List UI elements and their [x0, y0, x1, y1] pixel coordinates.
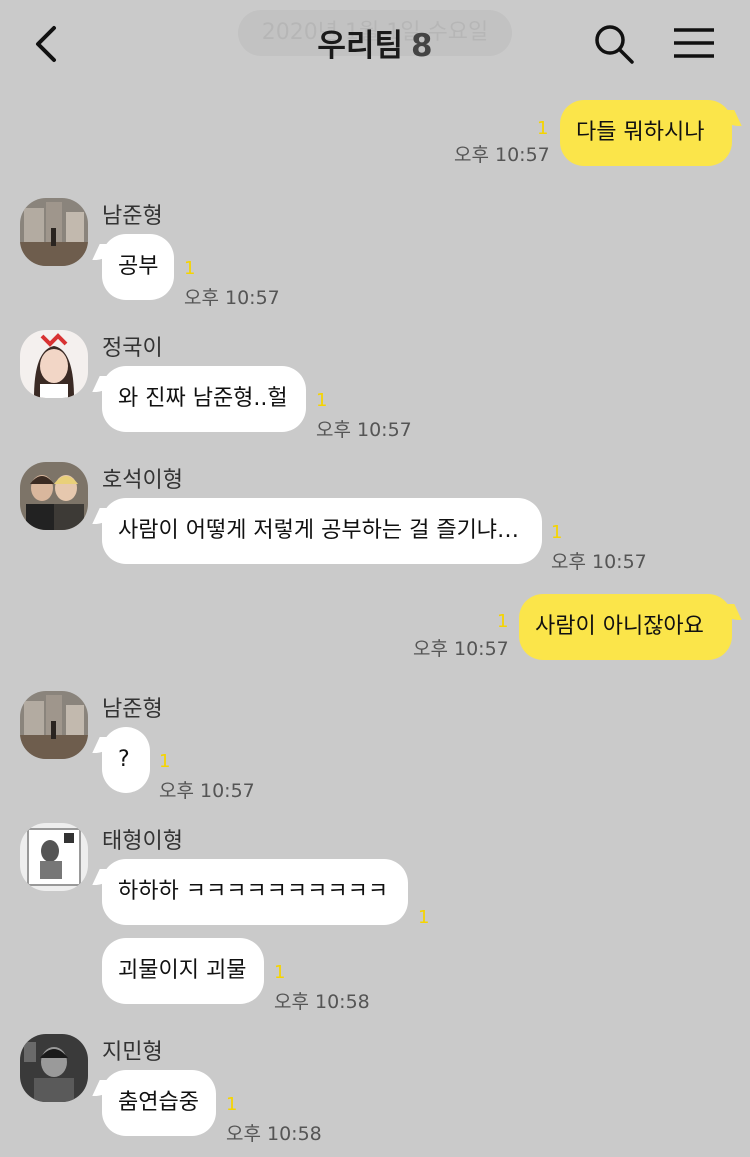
chat-header: 2020년 1월 1일 수요일 우리팀 8: [0, 0, 750, 88]
unread-count: 1: [551, 522, 563, 543]
sender-name: 호석이형: [102, 468, 183, 493]
sender-name: 남준형: [102, 697, 163, 722]
my-message-bubble[interactable]: 다들 뭐하시나: [560, 100, 732, 166]
message-bubble[interactable]: 춤연습중: [102, 1070, 216, 1136]
hamburger-menu-icon[interactable]: [672, 26, 716, 62]
unread-count: 1: [316, 390, 328, 411]
unread-count: 1: [497, 611, 509, 632]
unread-count: 1: [418, 907, 430, 928]
unread-count: 1: [184, 258, 196, 279]
message-bubble[interactable]: 괴물이지 괴물: [102, 938, 264, 1004]
unread-count: 1: [274, 962, 286, 983]
message-time: 오후 10:58: [274, 991, 370, 1013]
message-time: 오후 10:57: [316, 419, 412, 441]
avatar[interactable]: [20, 823, 88, 891]
my-message-bubble[interactable]: 사람이 아니잖아요: [519, 594, 732, 660]
message-bubble[interactable]: ?: [102, 727, 150, 793]
message-bubble[interactable]: 사람이 어떻게 저렇게 공부하는 걸 즐기냐…: [102, 498, 542, 564]
message-bubble[interactable]: 와 진짜 남준형..헐: [102, 366, 306, 432]
chat-room-name: 우리팀: [317, 28, 403, 64]
sender-name: 남준형: [102, 204, 163, 229]
member-count: 8: [410, 28, 433, 64]
message-bubble[interactable]: 하하하 ㅋㅋㅋㅋㅋㅋㅋㅋㅋㅋ: [102, 859, 408, 925]
avatar[interactable]: [20, 330, 88, 398]
unread-count: 1: [537, 118, 549, 139]
avatar[interactable]: [20, 198, 88, 266]
message-time: 오후 10:57: [159, 780, 255, 802]
message-time: 오후 10:57: [413, 638, 509, 660]
message-time: 오후 10:58: [226, 1123, 322, 1145]
avatar[interactable]: [20, 691, 88, 759]
message-time: 오후 10:57: [454, 144, 550, 166]
search-icon[interactable]: [592, 22, 636, 66]
avatar[interactable]: [20, 1034, 88, 1102]
avatar[interactable]: [20, 462, 88, 530]
message-time: 오후 10:57: [551, 551, 647, 573]
message-bubble[interactable]: 공부: [102, 234, 174, 300]
sender-name: 정국이: [102, 336, 163, 361]
unread-count: 1: [226, 1094, 238, 1115]
sender-name: 지민형: [102, 1040, 163, 1065]
message-time: 오후 10:57: [184, 287, 280, 309]
chat-title: 우리팀 8: [0, 20, 750, 65]
unread-count: 1: [159, 751, 171, 772]
sender-name: 태형이형: [102, 829, 183, 854]
